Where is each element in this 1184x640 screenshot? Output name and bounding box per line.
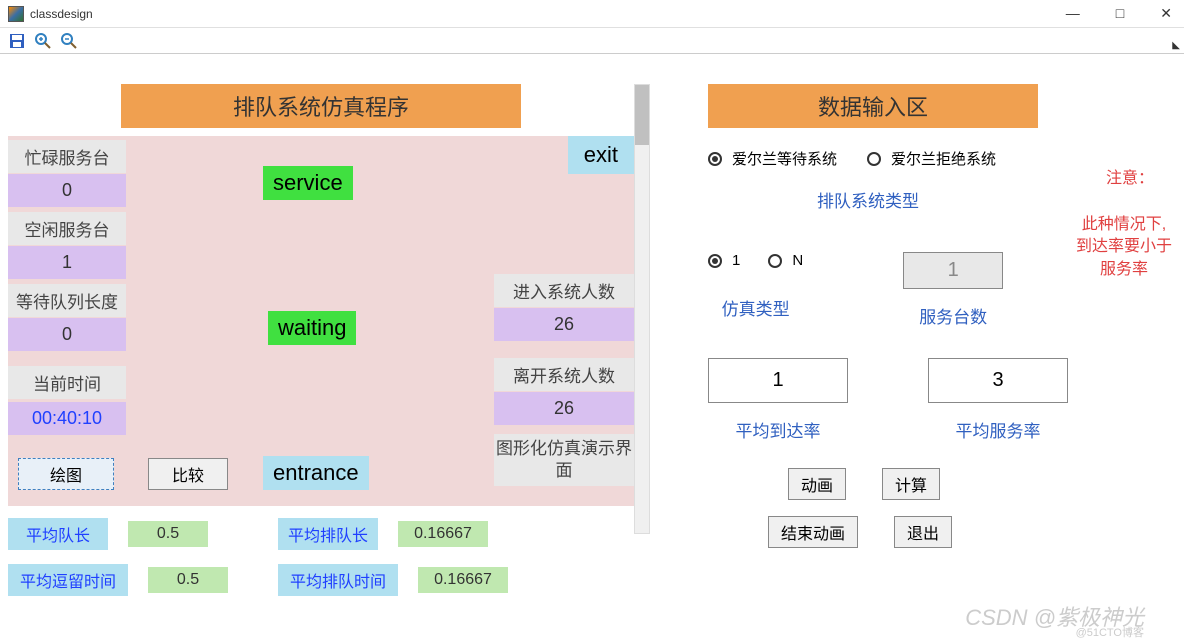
system-type-label: 排队系统类型 xyxy=(798,187,938,212)
idle-value: 1 xyxy=(8,246,126,279)
service-label: 平均服务率 xyxy=(928,417,1068,442)
radio-wait-label: 爱尔兰等待系统 xyxy=(732,148,837,169)
radio-sim-1[interactable] xyxy=(708,254,722,268)
zoom-out-icon[interactable] xyxy=(60,32,78,50)
window-title: classdesign xyxy=(30,7,1062,21)
watermark-sub: @51CTO博客 xyxy=(1076,624,1144,640)
maximize-button[interactable]: □ xyxy=(1112,5,1128,22)
time-label: 当前时间 xyxy=(8,366,126,399)
content: 排队系统仿真程序 忙碌服务台 0 空闲服务台 1 等待队列长度 0 当前时间 0… xyxy=(0,54,1184,640)
titlebar: classdesign — □ ✕ xyxy=(0,0,1184,28)
busy-value: 0 xyxy=(8,174,126,207)
radio-reject-label: 爱尔兰拒绝系统 xyxy=(891,148,996,169)
queuelen-label: 等待队列长度 xyxy=(8,284,126,317)
busy-label: 忙碌服务台 xyxy=(8,140,126,173)
save-icon[interactable] xyxy=(8,32,26,50)
sim-title: 排队系统仿真程序 xyxy=(121,84,521,128)
enter-value: 26 xyxy=(494,308,634,341)
radio-wait-system[interactable] xyxy=(708,152,722,166)
sim-canvas: 忙碌服务台 0 空闲服务台 1 等待队列长度 0 当前时间 00:40:10 s… xyxy=(8,136,634,506)
service-tag: service xyxy=(263,166,353,200)
zoom-in-icon[interactable] xyxy=(34,32,52,50)
sim-type-label: 仿真类型 xyxy=(708,295,803,320)
arrival-input[interactable]: 1 xyxy=(708,358,848,403)
enter-label: 进入系统人数 xyxy=(494,274,634,307)
radio-sim-1-label: 1 xyxy=(732,252,740,269)
sim-type-radios: 1 N xyxy=(708,252,803,269)
animate-button[interactable]: 动画 xyxy=(788,468,846,500)
avg-waittime-label: 平均排队时间 xyxy=(278,564,398,596)
time-value: 00:40:10 xyxy=(8,402,126,435)
window-controls: — □ ✕ xyxy=(1062,5,1176,22)
scrollbar-thumb[interactable] xyxy=(635,85,649,145)
leave-value: 26 xyxy=(494,392,634,425)
app-icon xyxy=(8,6,24,22)
leave-label: 离开系统人数 xyxy=(494,358,634,391)
servers-input[interactable]: 1 xyxy=(903,252,1003,289)
toolbar-corner-icon: ◣ xyxy=(1172,40,1180,51)
avg-stay-value: 0.5 xyxy=(148,567,228,593)
compare-button[interactable]: 比较 xyxy=(148,458,228,490)
stop-anim-button[interactable]: 结束动画 xyxy=(768,516,858,548)
minimize-button[interactable]: — xyxy=(1062,5,1084,22)
radio-reject-system[interactable] xyxy=(867,152,881,166)
waiting-tag: waiting xyxy=(268,311,356,345)
note-body: 此种情况下,到达率要小于服务率 xyxy=(1074,214,1174,281)
avg-stay-label: 平均逗留时间 xyxy=(8,564,128,596)
input-title: 数据输入区 xyxy=(708,84,1038,128)
viz-label: 图形化仿真演示界面 xyxy=(494,434,634,486)
plot-button[interactable]: 绘图 xyxy=(18,458,114,490)
exit-tag: exit xyxy=(568,136,634,174)
avg-wait-label: 平均排队长 xyxy=(278,518,378,550)
arrival-label: 平均到达率 xyxy=(708,417,848,442)
scrollbar[interactable] xyxy=(634,84,650,534)
close-button[interactable]: ✕ xyxy=(1156,5,1176,22)
radio-sim-n[interactable] xyxy=(768,254,782,268)
entrance-tag: entrance xyxy=(263,456,369,490)
avg-queue-label: 平均队长 xyxy=(8,518,108,550)
queuelen-value: 0 xyxy=(8,318,126,351)
service-input[interactable]: 3 xyxy=(928,358,1068,403)
radio-sim-n-label: N xyxy=(792,252,803,269)
calculate-button[interactable]: 计算 xyxy=(882,468,940,500)
toolbar: ◣ xyxy=(0,28,1184,54)
idle-label: 空闲服务台 xyxy=(8,212,126,245)
note-title: 注意： xyxy=(1106,164,1154,188)
avg-queue-value: 0.5 xyxy=(128,521,208,547)
avg-wait-value: 0.16667 xyxy=(398,521,488,547)
exit-button[interactable]: 退出 xyxy=(894,516,952,548)
simulation-panel: 排队系统仿真程序 忙碌服务台 0 空闲服务台 1 等待队列长度 0 当前时间 0… xyxy=(8,84,634,640)
input-panel: 数据输入区 爱尔兰等待系统 爱尔兰拒绝系统 排队系统类型 1 N 仿真类型 xyxy=(668,84,1184,640)
avg-waittime-value: 0.16667 xyxy=(418,567,508,593)
servers-label: 服务台数 xyxy=(903,303,1003,328)
